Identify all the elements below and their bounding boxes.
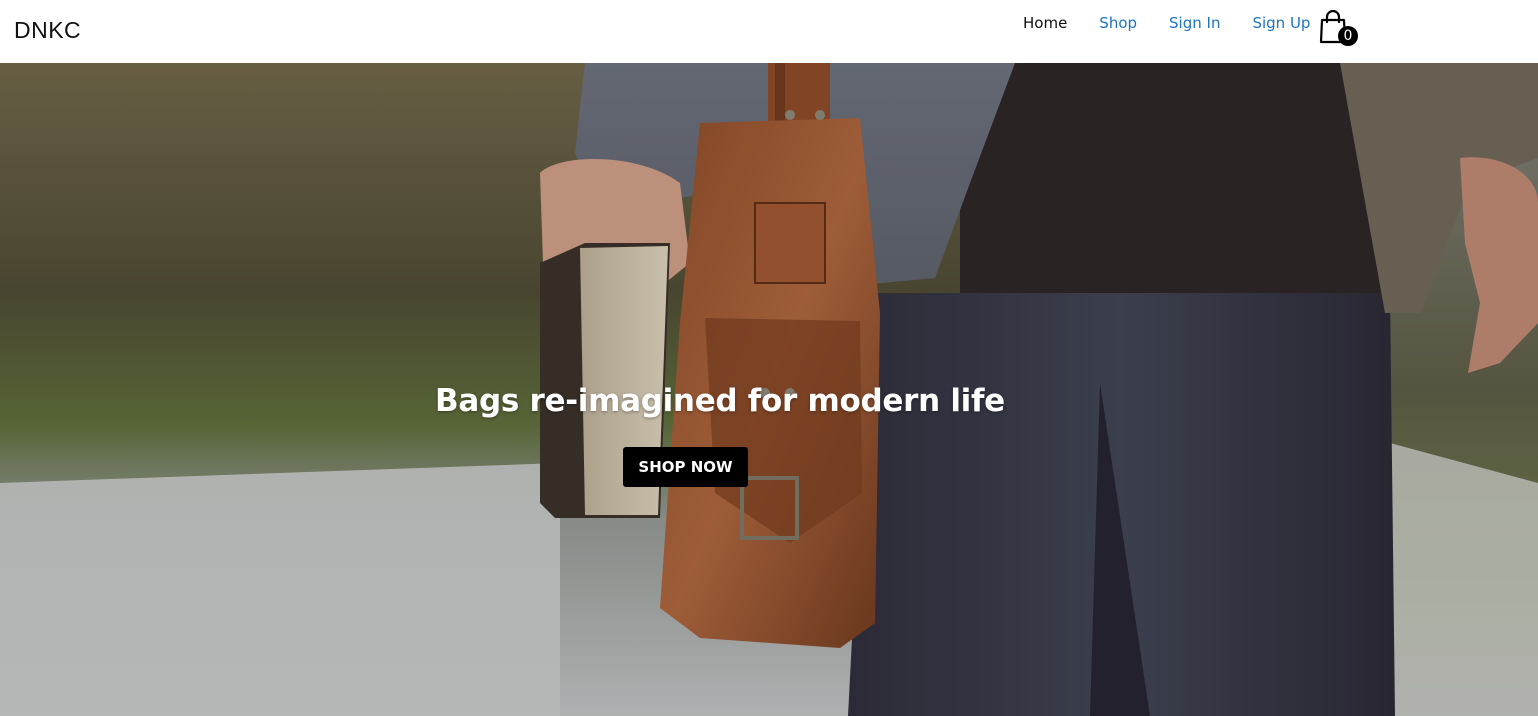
nav-link-home[interactable]: Home bbox=[1023, 14, 1067, 32]
nav-link-sign-up[interactable]: Sign Up bbox=[1252, 14, 1310, 32]
nav-link-sign-in[interactable]: Sign In bbox=[1169, 14, 1220, 32]
nav-link-shop[interactable]: Shop bbox=[1099, 14, 1137, 32]
cart-button[interactable]: 0 bbox=[1318, 10, 1360, 50]
hero-banner: Bags re-imagined for modern life SHOP NO… bbox=[0, 63, 1538, 716]
brand-logo[interactable]: DNKC bbox=[14, 17, 81, 44]
cart-count-badge: 0 bbox=[1338, 26, 1358, 46]
shop-now-button[interactable]: SHOP NOW bbox=[623, 447, 748, 487]
hero-content: Bags re-imagined for modern life SHOP NO… bbox=[0, 63, 1538, 716]
nav-links: Home Shop Sign In Sign Up bbox=[1023, 14, 1342, 32]
navbar: DNKC Home Shop Sign In Sign Up 0 bbox=[0, 0, 1538, 63]
hero-title: Bags re-imagined for modern life bbox=[435, 383, 1005, 419]
